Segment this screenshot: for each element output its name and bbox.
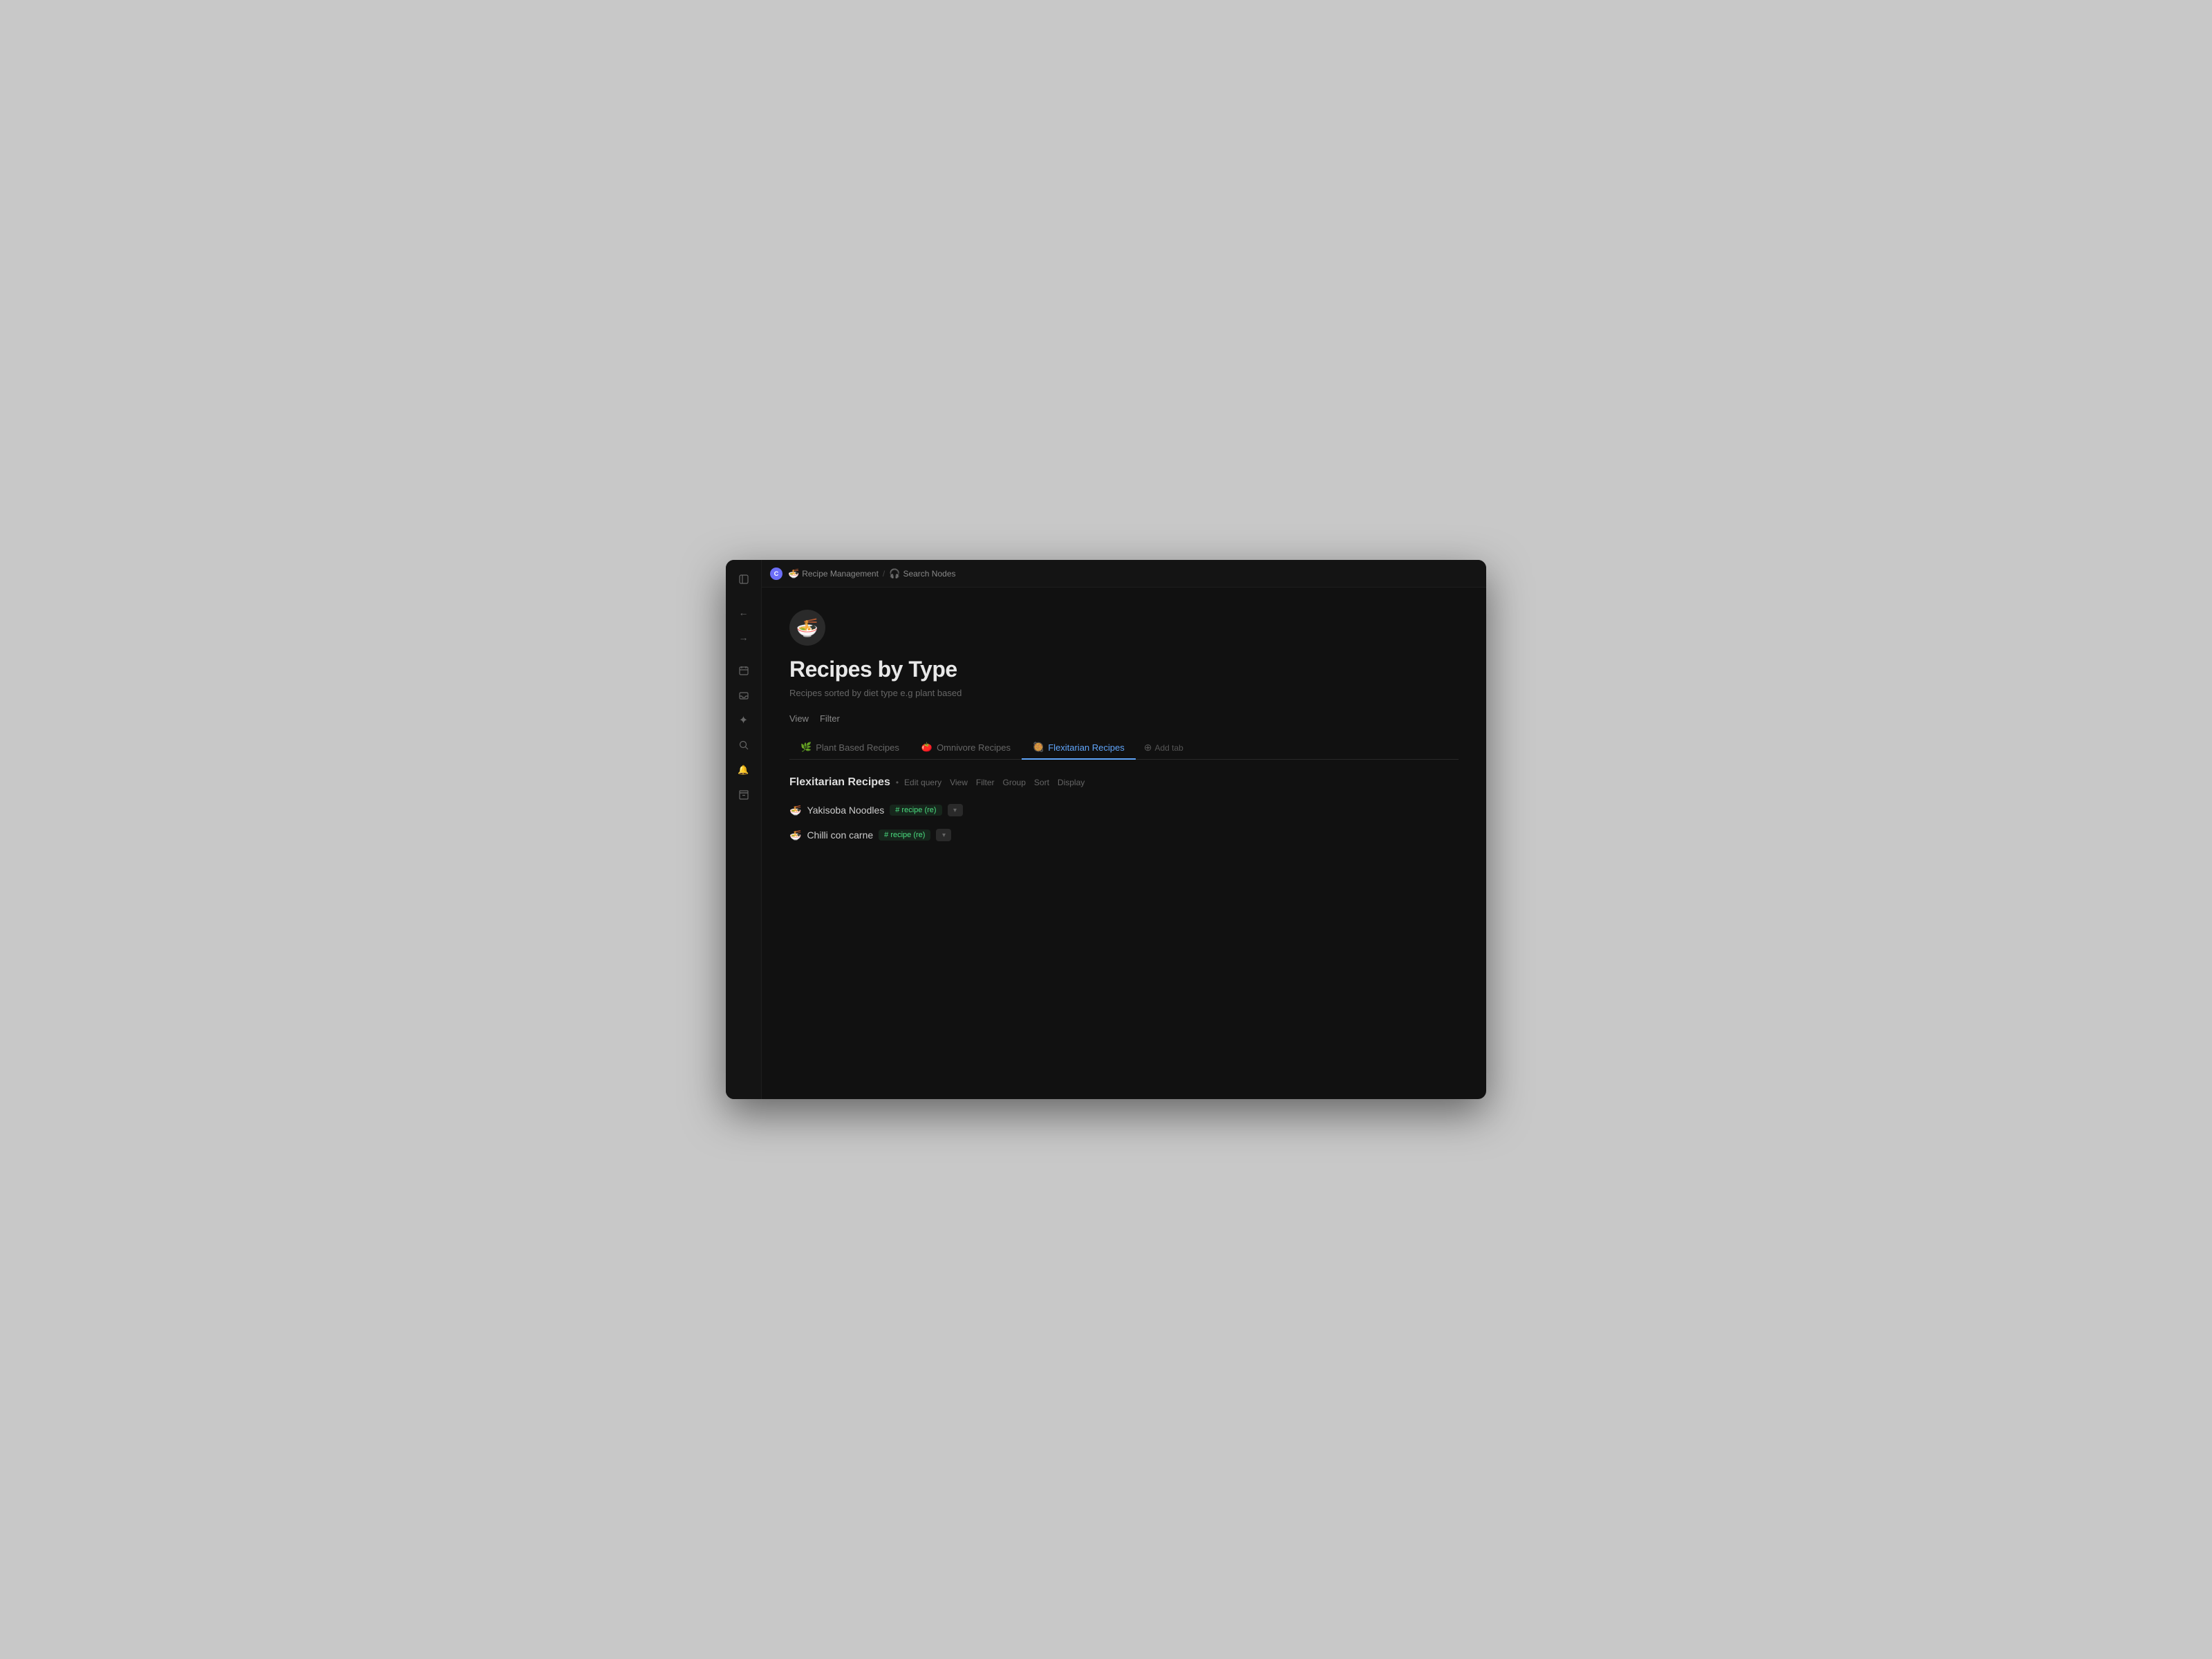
breadcrumb-search-nodes[interactable]: 🎧 Search Nodes	[889, 568, 955, 579]
back-icon[interactable]: ←	[733, 601, 755, 624]
filter-action-button[interactable]: Filter	[976, 778, 995, 787]
ai-icon[interactable]: ✦	[733, 709, 755, 731]
filter-button[interactable]: Filter	[820, 712, 840, 725]
breadcrumb-separator: /	[883, 569, 885, 579]
page-title: Recipes by Type	[789, 657, 1459, 682]
recipe-management-emoji: 🍜	[788, 568, 799, 579]
inbox-icon[interactable]	[733, 684, 755, 706]
recipe-item[interactable]: 🍜 Yakisoba Noodles # recipe (re) ▾	[789, 800, 1459, 821]
topbar: C 🍜 Recipe Management / 🎧 Search Nodes	[762, 560, 1486, 588]
search-icon[interactable]	[733, 734, 755, 756]
app-logo: C	[770, 568, 782, 580]
page-content: 🍜 Recipes by Type Recipes sorted by diet…	[762, 588, 1486, 1099]
app-window: ← → ✦ 🔔	[726, 560, 1486, 1099]
display-button[interactable]: Display	[1058, 778, 1085, 787]
breadcrumb-recipe-management[interactable]: 🍜 Recipe Management	[788, 568, 879, 579]
add-tab-button[interactable]: ⊕ Add tab	[1136, 736, 1192, 759]
tab-omnivore[interactable]: 🍅 Omnivore Recipes	[910, 736, 1022, 760]
recipe-tag-1: # recipe (re)	[890, 805, 941, 816]
toolbar: View Filter	[789, 712, 1459, 725]
flexitarian-emoji: 🥘	[1033, 742, 1044, 753]
sidebar-toggle-icon[interactable]	[733, 568, 755, 590]
section-dot: •	[896, 778, 899, 787]
notifications-icon[interactable]: 🔔	[733, 759, 755, 781]
search-nodes-emoji: 🎧	[889, 568, 900, 579]
archive-icon[interactable]	[733, 784, 755, 806]
calendar-icon[interactable]	[733, 659, 755, 682]
recipe-menu-button-1[interactable]: ▾	[948, 804, 963, 816]
tabs-bar: 🌿 Plant Based Recipes 🍅 Omnivore Recipes…	[789, 736, 1459, 760]
section-title: Flexitarian Recipes	[789, 776, 890, 789]
add-tab-icon: ⊕	[1144, 742, 1152, 753]
recipe-bowl-icon-2: 🍜	[789, 830, 801, 841]
forward-icon[interactable]: →	[733, 626, 755, 648]
view-action-button[interactable]: View	[950, 778, 968, 787]
page-icon: 🍜	[789, 610, 825, 646]
recipe-tag-2: # recipe (re)	[879, 830, 930, 841]
edit-query-button[interactable]: Edit query	[904, 778, 941, 787]
recipe-list: 🍜 Yakisoba Noodles # recipe (re) ▾ 🍜 Chi…	[789, 800, 1459, 845]
sidebar: ← → ✦ 🔔	[726, 560, 762, 1099]
recipe-menu-button-2[interactable]: ▾	[936, 829, 951, 841]
section-header: Flexitarian Recipes • Edit query View Fi…	[789, 776, 1459, 789]
omnivore-emoji: 🍅	[921, 742, 932, 753]
plant-based-emoji: 🌿	[800, 742, 812, 753]
group-button[interactable]: Group	[1003, 778, 1026, 787]
main-content: C 🍜 Recipe Management / 🎧 Search Nodes 🍜…	[762, 560, 1486, 1099]
sort-button[interactable]: Sort	[1034, 778, 1049, 787]
tab-plant-based[interactable]: 🌿 Plant Based Recipes	[789, 736, 910, 760]
recipe-item[interactable]: 🍜 Chilli con carne # recipe (re) ▾	[789, 825, 1459, 845]
recipe-name-2: Chilli con carne	[807, 830, 873, 841]
view-button[interactable]: View	[789, 712, 809, 725]
section-actions: Edit query View Filter Group Sort Displa…	[904, 778, 1085, 787]
page-description: Recipes sorted by diet type e.g plant ba…	[789, 688, 1459, 698]
recipe-name-1: Yakisoba Noodles	[807, 805, 884, 816]
tab-flexitarian[interactable]: 🥘 Flexitarian Recipes	[1022, 736, 1136, 760]
recipe-bowl-icon-1: 🍜	[789, 805, 801, 816]
breadcrumb: 🍜 Recipe Management / 🎧 Search Nodes	[788, 568, 956, 579]
